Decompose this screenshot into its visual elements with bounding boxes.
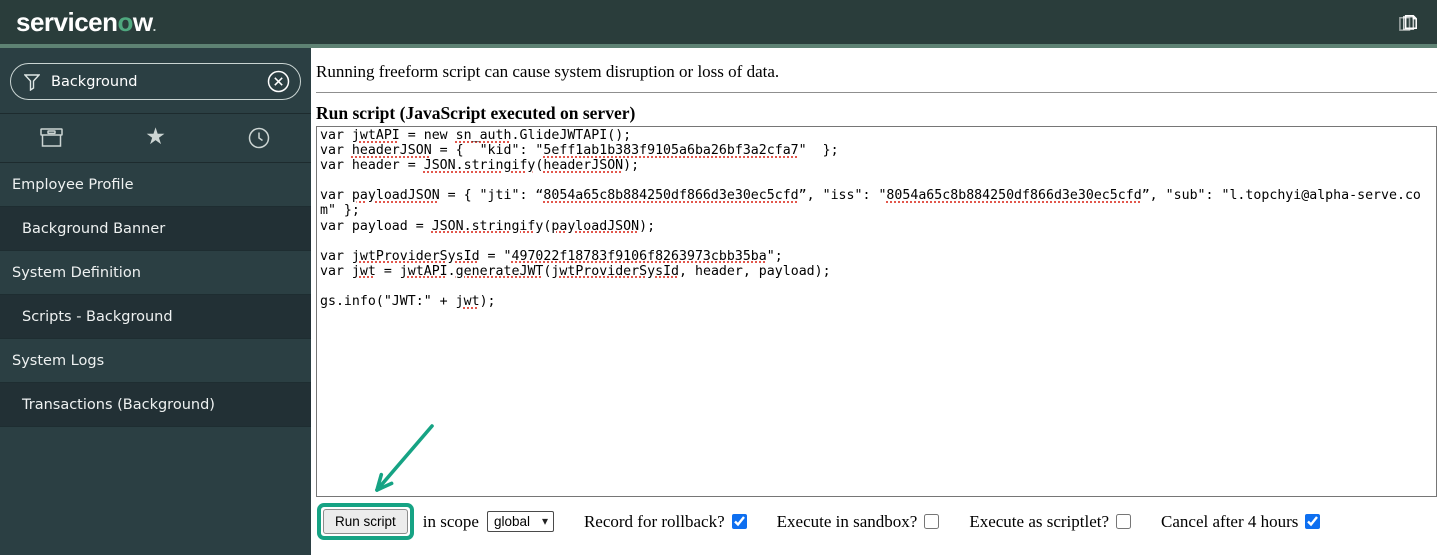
sidebar-item-system-logs[interactable]: System Logs <box>0 339 311 383</box>
box-icon <box>39 128 64 152</box>
menu-label: Background Banner <box>22 220 166 237</box>
annotation-highlight-box: Run script <box>317 503 414 540</box>
sidebar-item-system-definition[interactable]: System Definition <box>0 251 311 295</box>
star-icon: ★ <box>145 123 166 150</box>
script-controls: Run script in scope global Record for ro… <box>316 503 1437 540</box>
menu-label: Employee Profile <box>12 176 134 193</box>
logo-text-end: w <box>132 7 153 37</box>
sidebar-item-transactions-background[interactable]: Transactions (Background) <box>0 383 311 427</box>
background-scripts-page: Running freeform script can cause system… <box>311 48 1437 555</box>
cancel-after-group: Cancel after 4 hours <box>1161 511 1321 532</box>
script-editor[interactable]: var jwtAPI = new sn_auth.GlideJWTAPI(); … <box>316 126 1437 497</box>
execute-sandbox-checkbox[interactable] <box>924 514 940 529</box>
clear-filter-icon[interactable] <box>266 69 291 94</box>
copy-pages-icon[interactable] <box>1396 9 1423 36</box>
sidebar-item-background-banner[interactable]: Background Banner <box>0 207 311 251</box>
execute-scriptlet-label: Execute as scriptlet? <box>969 511 1110 531</box>
record-rollback-checkbox[interactable] <box>731 514 747 529</box>
logo-green-o: o <box>117 7 134 37</box>
run-script-heading: Run script (JavaScript executed on serve… <box>316 103 636 123</box>
tab-all-applications[interactable] <box>0 126 104 150</box>
servicenow-logo: servicenow. <box>16 9 156 35</box>
execute-sandbox-label: Execute in sandbox? <box>776 511 918 531</box>
nav-filter-section <box>0 48 311 114</box>
filter-funnel-icon <box>23 73 41 91</box>
app-header: servicenow. <box>0 0 1437 44</box>
scope-select-wrap: global <box>486 511 554 532</box>
execute-scriptlet-checkbox[interactable] <box>1116 514 1132 529</box>
execute-scriptlet-group: Execute as scriptlet? <box>969 511 1132 532</box>
warning-text: Running freeform script can cause system… <box>316 62 780 81</box>
menu-label: Transactions (Background) <box>22 396 215 413</box>
menu-label: System Logs <box>12 352 105 369</box>
tab-favorites[interactable]: ★ <box>104 125 208 148</box>
navigator-tabs: ★ <box>0 114 311 163</box>
nav-filter-input[interactable] <box>49 72 257 91</box>
application-navigator: ★ Employee Profile Background Banner Sys… <box>0 48 311 555</box>
navigator-menu: Employee Profile Background Banner Syste… <box>0 163 311 427</box>
divider-line <box>316 92 1437 93</box>
logo-text: servicen <box>16 7 118 37</box>
nav-filter-box[interactable] <box>10 63 301 100</box>
sidebar-item-scripts-background[interactable]: Scripts - Background <box>0 295 311 339</box>
servicenow-app: servicenow. Background ★ Employee Profil… <box>0 0 1437 555</box>
cancel-after-label: Cancel after 4 hours <box>1161 511 1299 531</box>
in-scope-label: in scope <box>422 511 479 531</box>
cancel-after-checkbox[interactable] <box>1305 514 1321 529</box>
menu-label: System Definition <box>12 264 141 281</box>
menu-label: Scripts - Background <box>22 308 173 325</box>
sidebar-item-employee-profile[interactable]: Employee Profile <box>0 163 311 207</box>
execute-sandbox-group: Execute in sandbox? <box>777 512 940 532</box>
tab-history[interactable] <box>207 125 311 151</box>
record-rollback-label: Record for rollback? <box>583 511 725 531</box>
record-rollback-group: Record for rollback? <box>584 512 747 532</box>
scope-select[interactable]: global <box>486 511 554 532</box>
clock-icon <box>247 127 271 153</box>
logo-trademark-dot: . <box>152 19 157 34</box>
run-script-button[interactable]: Run script <box>323 509 408 534</box>
